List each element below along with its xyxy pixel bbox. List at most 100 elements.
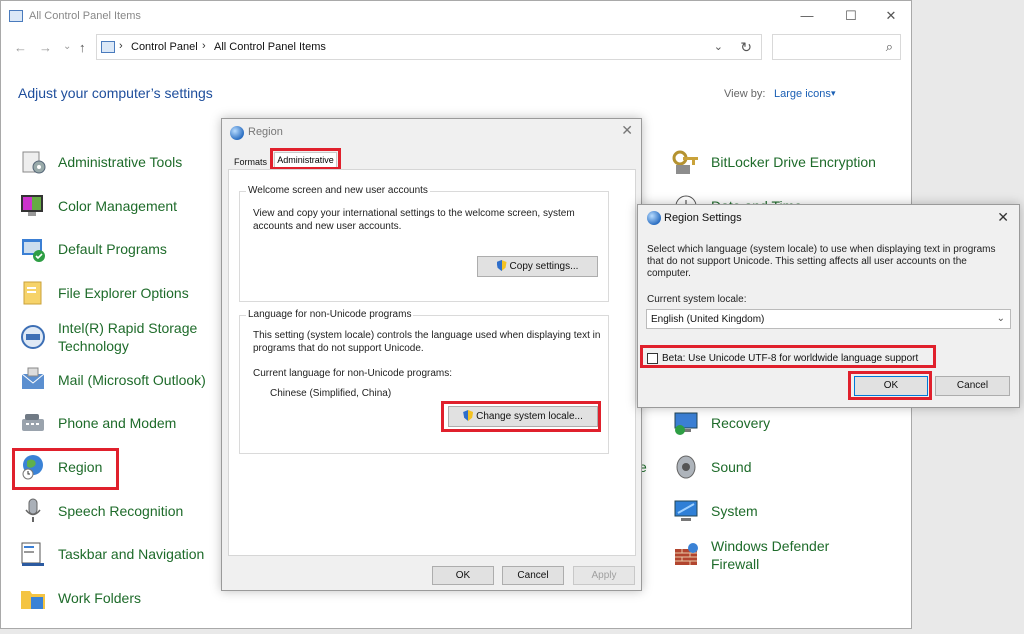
view-by-dropdown[interactable]: Large icons bbox=[774, 88, 831, 100]
region-ok-button[interactable]: OK bbox=[432, 566, 494, 585]
refresh-icon[interactable]: ↻ bbox=[740, 39, 752, 56]
system-icon bbox=[672, 497, 700, 525]
breadcrumb-separator-icon[interactable]: › bbox=[119, 40, 123, 52]
breadcrumb-separator-icon[interactable]: › bbox=[202, 40, 206, 52]
admin-tools-icon bbox=[19, 148, 47, 176]
chevron-down-icon[interactable]: ⌄ bbox=[997, 313, 1005, 324]
maximize-button[interactable]: ☐ bbox=[836, 5, 866, 27]
cp-item-default-programs[interactable]: Default Programs bbox=[19, 235, 167, 263]
cp-item-label: Mail (Microsoft Outlook) bbox=[58, 372, 206, 388]
recovery-icon bbox=[672, 409, 700, 437]
control-panel-app-icon bbox=[9, 10, 23, 22]
search-icon[interactable]: ⌕ bbox=[886, 39, 893, 55]
close-button[interactable]: ✕ bbox=[876, 5, 906, 27]
cp-item-taskbar-and-navigation[interactable]: Taskbar and Navigation bbox=[19, 540, 204, 568]
copy-settings-label: Copy settings... bbox=[509, 261, 579, 272]
cp-item-recovery[interactable]: Recovery bbox=[672, 409, 770, 437]
search-input[interactable]: ⌕ bbox=[772, 34, 901, 60]
region-globe-icon bbox=[230, 126, 244, 140]
address-bar[interactable]: › Control Panel › All Control Panel Item… bbox=[96, 34, 762, 60]
region-close-icon[interactable]: ✕ bbox=[621, 122, 633, 139]
change-locale-highlight bbox=[441, 401, 601, 432]
cp-item-file-explorer-options[interactable]: File Explorer Options bbox=[19, 279, 189, 307]
address-dropdown-icon[interactable]: ⌄ bbox=[714, 40, 723, 53]
region-settings-description: Select which language (system locale) to… bbox=[647, 244, 996, 279]
cp-item-phone-and-modem[interactable]: Phone and Modem bbox=[19, 409, 176, 437]
non-unicode-group-title: Language for non-Unicode programs bbox=[246, 309, 414, 320]
back-arrow-icon[interactable]: ← bbox=[14, 40, 27, 55]
minimize-button[interactable]: — bbox=[792, 5, 822, 27]
administrative-tab-highlight bbox=[270, 148, 341, 170]
cp-item-label: File Explorer Options bbox=[58, 285, 189, 301]
bitlocker-icon bbox=[672, 148, 700, 176]
current-language-label: Current language for non-Unicode program… bbox=[253, 368, 452, 379]
cp-item-label: Speech Recognition bbox=[58, 503, 184, 519]
file-explorer-options-icon bbox=[19, 279, 47, 307]
cp-item-mail[interactable]: Mail (Microsoft Outlook) bbox=[19, 366, 206, 394]
cp-item-label: Taskbar and Navigation bbox=[58, 546, 205, 562]
sound-icon bbox=[672, 453, 700, 481]
region-settings-dialog: Region Settings ✕ Select which language … bbox=[637, 204, 1020, 408]
region-settings-globe-icon bbox=[647, 211, 661, 225]
system-locale-value: English (United Kingdom) bbox=[651, 314, 765, 325]
current-language-value: Chinese (Simplified, China) bbox=[270, 388, 392, 399]
region-item-highlight bbox=[12, 448, 119, 490]
ok-button-highlight bbox=[848, 371, 932, 400]
page-heading: Adjust your computer’s settings bbox=[18, 85, 213, 101]
window-title: All Control Panel Items bbox=[29, 10, 141, 22]
cp-item-speech-recognition[interactable]: Speech Recognition bbox=[19, 497, 183, 525]
taskbar-icon bbox=[19, 540, 47, 568]
intel-rst-icon bbox=[19, 323, 47, 351]
region-cancel-button[interactable]: Cancel bbox=[502, 566, 564, 585]
region-settings-title: Region Settings bbox=[664, 212, 742, 224]
cp-item-administrative-tools[interactable]: Administrative Tools bbox=[19, 148, 182, 176]
up-arrow-icon[interactable]: ↑ bbox=[79, 40, 86, 55]
non-unicode-group-text: This setting (system locale) controls th… bbox=[253, 330, 601, 354]
region-dialog-title: Region bbox=[248, 126, 283, 138]
cp-item-work-folders[interactable]: Work Folders bbox=[19, 584, 141, 612]
welcome-group-text: View and copy your international setting… bbox=[253, 208, 575, 232]
region-settings-cancel-button[interactable]: Cancel bbox=[935, 376, 1010, 396]
cp-item-label: System bbox=[711, 503, 758, 519]
recent-locations-icon[interactable]: ⌄ bbox=[63, 41, 71, 52]
mail-icon bbox=[19, 366, 47, 394]
cp-item-label: BitLocker Drive Encryption bbox=[711, 154, 876, 170]
cp-item-label: Sound bbox=[711, 459, 752, 475]
default-programs-icon bbox=[19, 235, 47, 263]
cp-item-label: Default Programs bbox=[58, 241, 167, 257]
cp-item-label: Work Folders bbox=[58, 590, 141, 606]
forward-arrow-icon[interactable]: → bbox=[39, 40, 52, 55]
region-settings-close-icon[interactable]: ✕ bbox=[997, 209, 1009, 226]
control-panel-location-icon bbox=[101, 41, 115, 53]
firewall-icon bbox=[672, 541, 700, 569]
breadcrumb-control-panel[interactable]: Control Panel bbox=[131, 41, 198, 53]
current-system-locale-label: Current system locale: bbox=[647, 294, 747, 305]
region-apply-button[interactable]: Apply bbox=[573, 566, 635, 585]
phone-modem-icon bbox=[19, 409, 47, 437]
view-by-caret-icon[interactable]: ▾ bbox=[831, 88, 836, 99]
tab-formats[interactable]: Formats bbox=[234, 157, 267, 167]
administrative-panel: Welcome screen and new user accounts Vie… bbox=[228, 169, 636, 556]
welcome-screen-group: Welcome screen and new user accounts Vie… bbox=[239, 185, 609, 302]
non-unicode-group: Language for non-Unicode programs This s… bbox=[239, 309, 609, 454]
view-by-label: View by: bbox=[724, 88, 766, 100]
cp-item-bitlocker[interactable]: BitLocker Drive Encryption bbox=[672, 148, 876, 176]
cp-item-color-management[interactable]: Color Management bbox=[19, 192, 177, 220]
cp-item-label: Phone and Modem bbox=[58, 415, 177, 431]
copy-settings-button[interactable]: Copy settings... bbox=[477, 256, 598, 277]
cp-item-label: Administrative Tools bbox=[58, 154, 183, 170]
cp-item-system[interactable]: System bbox=[672, 497, 758, 525]
cp-item-label: Windows Defender Firewall bbox=[711, 538, 830, 572]
cp-item-windows-defender-firewall[interactable]: Windows Defender Firewall bbox=[672, 537, 846, 573]
uac-shield-icon bbox=[496, 260, 507, 271]
utf8-checkbox-highlight bbox=[640, 345, 936, 368]
system-locale-select[interactable]: English (United Kingdom) ⌄ bbox=[646, 309, 1011, 329]
welcome-group-title: Welcome screen and new user accounts bbox=[246, 185, 430, 196]
cp-item-label: Color Management bbox=[58, 198, 178, 214]
color-management-icon bbox=[19, 192, 47, 220]
cp-item-label: Intel(R) Rapid Storage Technology bbox=[58, 320, 198, 354]
cp-item-intel-rapid-storage[interactable]: Intel(R) Rapid Storage Technology bbox=[19, 319, 208, 355]
breadcrumb-all-items[interactable]: All Control Panel Items bbox=[214, 41, 326, 53]
cp-item-sound[interactable]: Sound bbox=[672, 453, 751, 481]
microphone-icon bbox=[19, 497, 47, 525]
